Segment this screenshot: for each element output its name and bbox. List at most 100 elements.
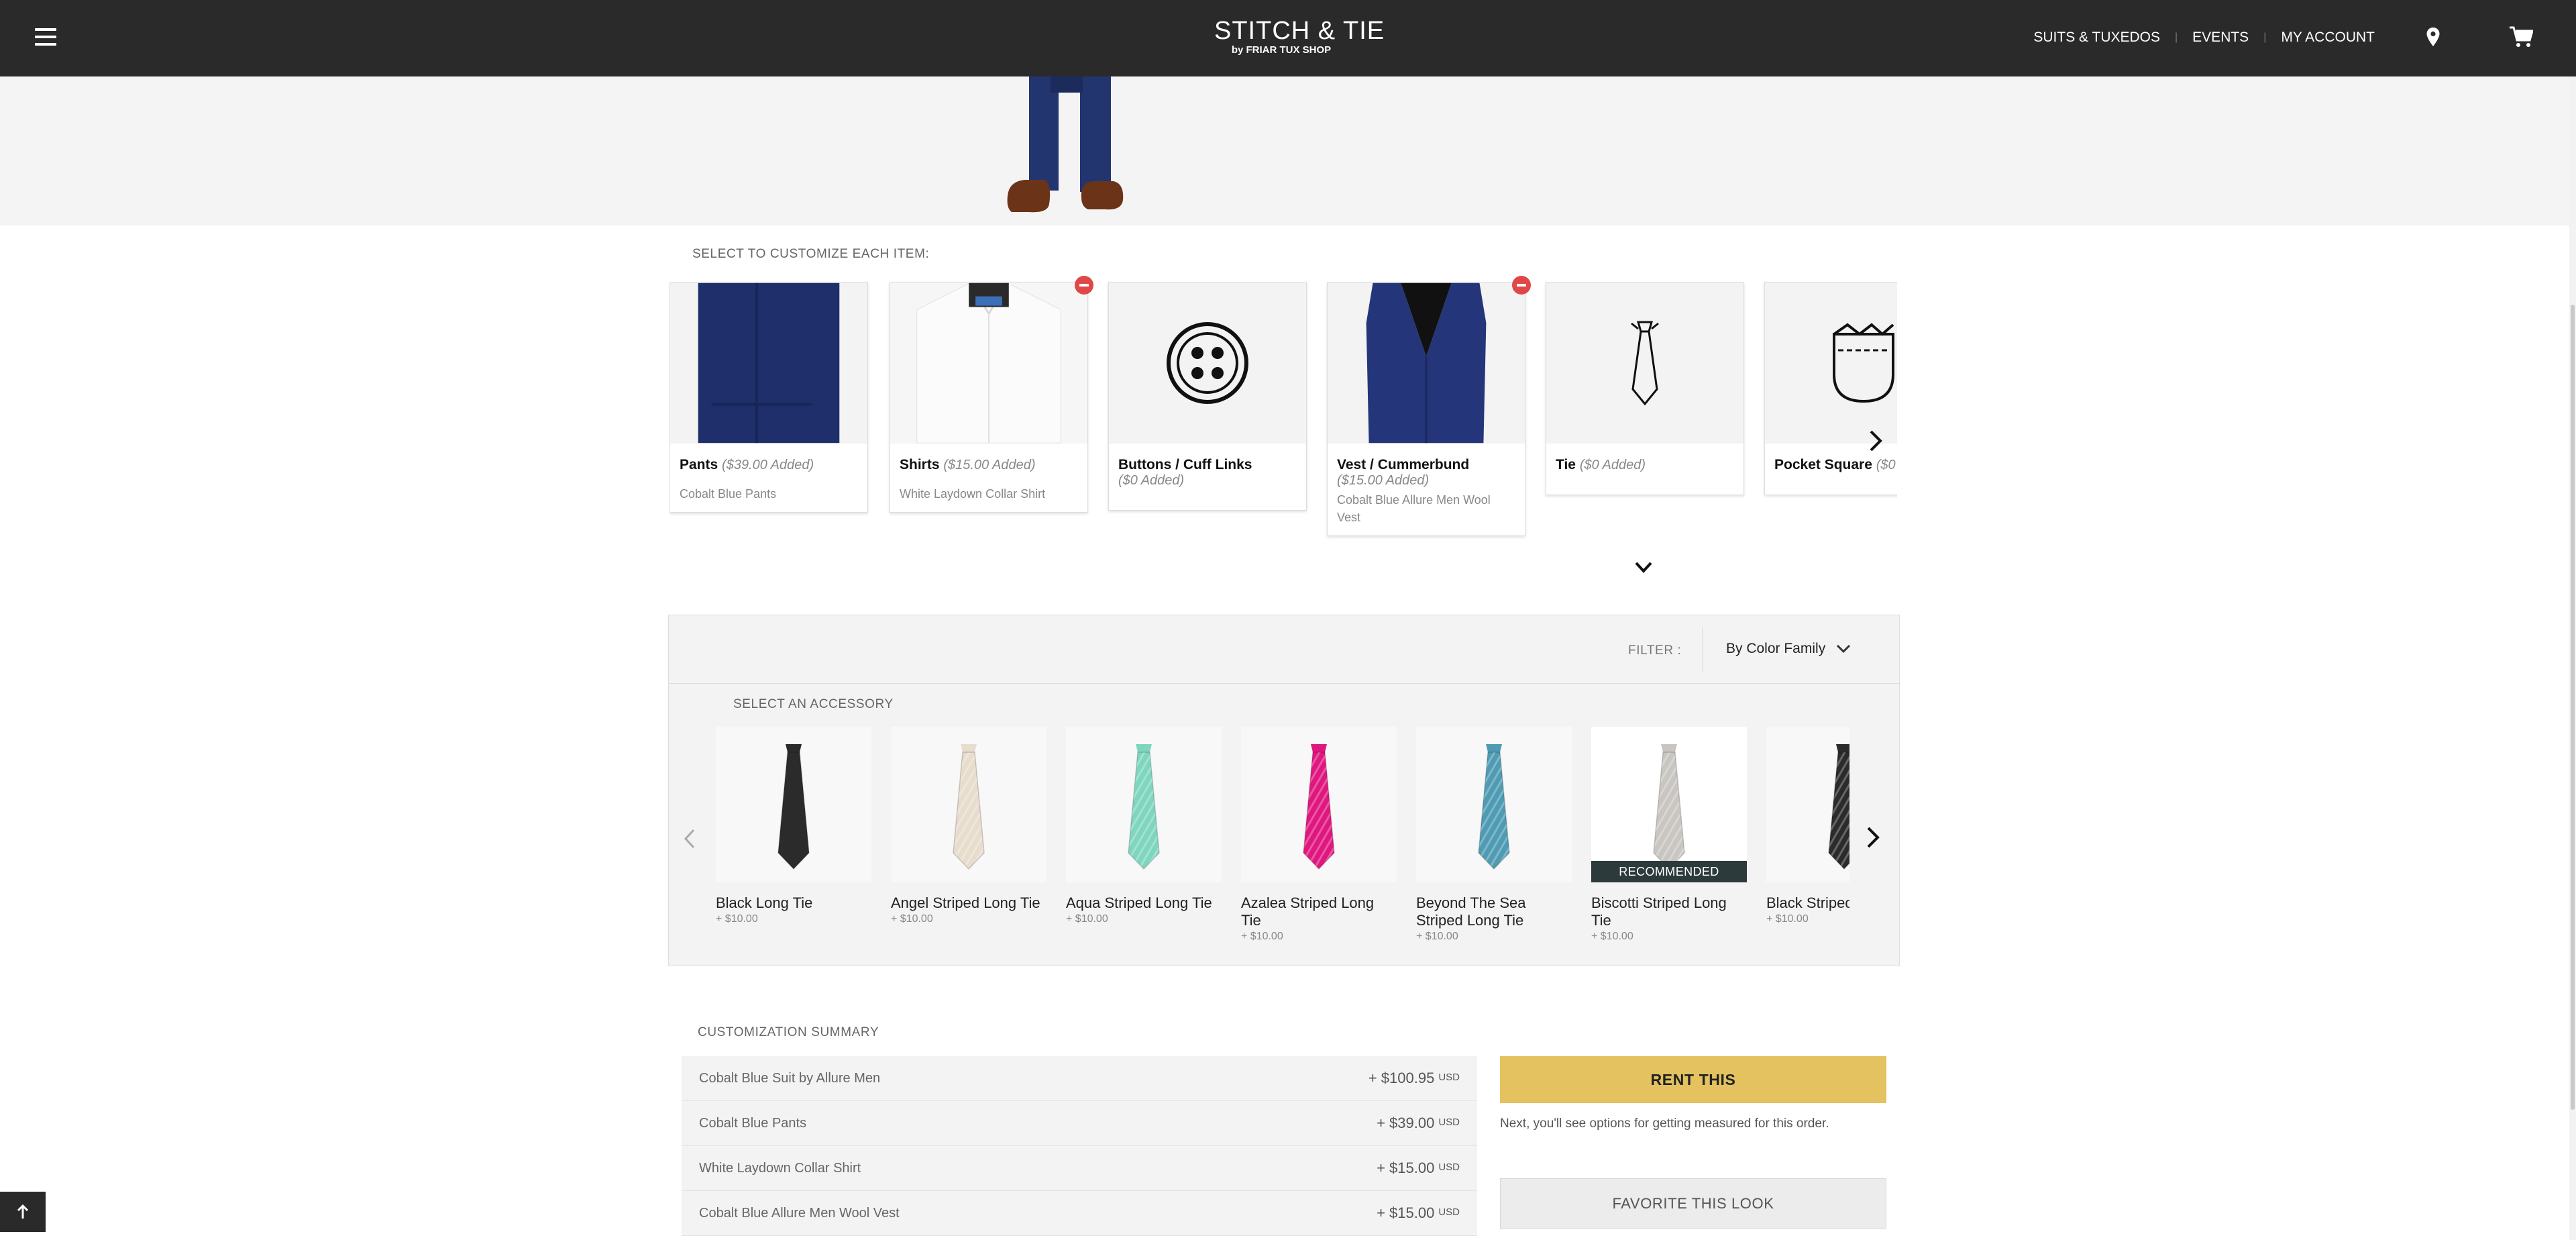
item-card-pocket-square[interactable]: Pocket Square ($0 Added) — [1764, 282, 1897, 495]
nav-events[interactable]: EVENTS — [2192, 30, 2249, 46]
accessory-next-arrow-icon[interactable] — [1866, 826, 1880, 849]
vest-image — [1328, 282, 1525, 444]
chevron-down-icon[interactable] — [1634, 561, 1653, 574]
accessory-name: Azalea Striped Long Tie — [1241, 894, 1375, 929]
item-card-shirts[interactable]: Shirts ($15.00 Added) White Laydown Coll… — [890, 282, 1088, 513]
currency-label: USD — [1438, 1117, 1460, 1128]
color-family-filter-dropdown[interactable]: By Color Family — [1726, 641, 1851, 657]
accessory-tile[interactable]: Aqua Striped Long Tie + $10.00 — [1066, 727, 1222, 925]
favorite-this-look-button[interactable]: FAVORITE THIS LOOK — [1500, 1178, 1886, 1229]
summary-item-name: Cobalt Blue Pants — [699, 1115, 807, 1131]
item-selection: Cobalt Blue Pants — [680, 487, 777, 501]
summary-row: Cobalt Blue Allure Men Wool Vest + $15.0… — [682, 1191, 1477, 1236]
accessory-tile[interactable]: Azalea Striped Long Tie + $10.00 — [1241, 727, 1397, 943]
chevron-down-icon — [1837, 644, 1851, 654]
accessory-name: Aqua Striped Long Tie — [1066, 894, 1212, 911]
summary-item-price: + $39.00 USD — [1377, 1115, 1460, 1132]
summary-item-name: Cobalt Blue Suit by Allure Men — [699, 1070, 881, 1086]
item-added-price: ($15.00 Added) — [1337, 473, 1430, 488]
summary-item-price: + $15.00 USD — [1377, 1204, 1460, 1222]
shirt-image — [890, 282, 1087, 444]
item-name: Buttons / Cuff Links — [1118, 457, 1252, 472]
accessory-price: + $10.00 — [716, 913, 758, 925]
hamburger-menu-icon[interactable] — [35, 28, 56, 48]
item-card-vest-cummerbund[interactable]: Vest / Cummerbund ($15.00 Added) Cobalt … — [1327, 282, 1525, 536]
accessory-prev-arrow-icon[interactable] — [684, 829, 696, 849]
customize-items-carousel: Pants ($39.00 Added) Cobalt Blue Pants S… — [669, 275, 1897, 564]
nav-my-account[interactable]: MY ACCOUNT — [2281, 30, 2375, 46]
item-card-buttons-cuff-links[interactable]: Buttons / Cuff Links ($0 Added) — [1108, 282, 1307, 511]
price-value: + $100.95 — [1368, 1070, 1435, 1086]
item-name: Pants — [680, 457, 718, 472]
item-title: Pocket Square ($0 Added) — [1774, 457, 1897, 473]
nav-suits-tuxedos[interactable]: SUITS & TUXEDOS — [2033, 30, 2160, 46]
summary-row: Cobalt Blue Pants + $39.00 USD — [682, 1101, 1477, 1146]
price-value: + $15.00 — [1377, 1204, 1435, 1221]
minus-icon — [1079, 284, 1089, 287]
accessory-tile[interactable]: Angel Striped Long Tie + $10.00 — [891, 727, 1046, 925]
site-logo[interactable]: STITCH & TIE by FRIAR TUX SHOP — [1214, 17, 1384, 56]
item-selection: White Laydown Collar Shirt — [900, 487, 1046, 501]
accessory-price: + $10.00 — [1591, 931, 1633, 942]
summary-item-name: White Laydown Collar Shirt — [699, 1160, 861, 1176]
filter-bar: FILTER : By Color Family — [669, 615, 1899, 684]
accessory-tile[interactable]: Black Long Tie + $10.00 — [716, 727, 871, 925]
rent-this-button[interactable]: RENT THIS — [1500, 1056, 1886, 1103]
accessory-name: Angel Striped Long Tie — [891, 894, 1040, 911]
accessory-carousel: Black Long Tie + $10.00 Angel Striped Long… — [716, 727, 1849, 955]
item-card-pants[interactable]: Pants ($39.00 Added) Cobalt Blue Pants — [669, 282, 868, 513]
page-scrollbar[interactable] — [2569, 76, 2576, 1240]
tie-image — [1241, 727, 1397, 882]
top-navigation-bar: STITCH & TIE by FRIAR TUX SHOP SUITS & T… — [0, 0, 2576, 76]
price-value: + $15.00 — [1377, 1159, 1435, 1176]
back-to-top-button[interactable] — [0, 1192, 46, 1232]
tie-icon — [1546, 282, 1743, 444]
summary-item-price: + $100.95 USD — [1368, 1070, 1460, 1087]
nav-separator: | — [2175, 32, 2178, 43]
accessory-price: + $10.00 — [1066, 913, 1108, 925]
item-added-price: ($0 Added) — [1579, 458, 1646, 472]
item-title: Shirts ($15.00 Added) — [900, 457, 1078, 473]
hero-model-image — [0, 76, 2569, 225]
accessory-price: + $10.00 — [1241, 931, 1283, 942]
tie-image — [716, 727, 871, 882]
item-added-price: ($39.00 Added) — [722, 458, 814, 472]
items-next-arrow-icon[interactable] — [1868, 429, 1884, 452]
logo-byline: by FRIAR TUX SHOP — [1231, 44, 1332, 56]
accessory-name: Black Striped — [1766, 894, 1849, 911]
tie-image — [1766, 727, 1849, 882]
button-icon — [1109, 282, 1306, 444]
pocket-square-icon — [1765, 282, 1897, 444]
filter-selected-value: By Color Family — [1726, 641, 1826, 656]
remove-shirt-button[interactable] — [1075, 276, 1093, 295]
remove-vest-button[interactable] — [1512, 276, 1531, 295]
item-selection: Cobalt Blue Allure Men Wool Vest — [1337, 493, 1491, 524]
currency-label: USD — [1438, 1161, 1460, 1173]
summary-item-price: + $15.00 USD — [1377, 1159, 1460, 1177]
currency-label: USD — [1438, 1072, 1460, 1083]
recommended-badge: RECOMMENDED — [1591, 861, 1747, 882]
nav-separator: | — [2263, 32, 2267, 43]
item-name: Shirts — [900, 457, 940, 472]
filter-label: FILTER : — [1628, 643, 1682, 658]
item-name: Vest / Cummerbund — [1337, 457, 1470, 472]
arrow-up-icon — [17, 1204, 29, 1219]
tie-image — [891, 727, 1046, 882]
accessory-tile[interactable]: Black Striped + $10.00 — [1766, 727, 1849, 925]
minus-icon — [1517, 284, 1526, 287]
summary-row: Cobalt Blue Suit by Allure Men + $100.95… — [682, 1056, 1477, 1101]
accessory-name: Biscotti Striped Long Tie — [1591, 894, 1727, 929]
currency-label: USD — [1438, 1206, 1460, 1218]
accessory-tile[interactable]: Beyond The Sea Striped Long Tie + $10.00 — [1416, 727, 1572, 943]
rent-note: Next, you'll see options for getting mea… — [1500, 1117, 1829, 1131]
accessory-price: + $10.00 — [891, 913, 933, 925]
summary-item-name: Cobalt Blue Allure Men Wool Vest — [699, 1205, 900, 1221]
item-card-tie[interactable]: Tie ($0 Added) — [1546, 282, 1744, 495]
shopping-cart-icon[interactable] — [2509, 25, 2533, 48]
accessory-tile[interactable]: RECOMMENDED Biscotti Striped Long Tie + $1… — [1591, 727, 1747, 943]
location-pin-icon[interactable] — [2426, 27, 2440, 47]
scrollbar-thumb[interactable] — [2571, 305, 2575, 1110]
price-value: + $39.00 — [1377, 1115, 1435, 1131]
tie-image — [1066, 727, 1222, 882]
filter-divider — [1702, 627, 1703, 672]
